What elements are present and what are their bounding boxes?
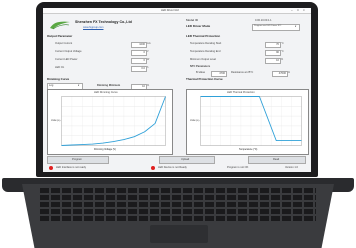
- min-output-input[interactable]: 10: [265, 57, 281, 64]
- upload-button[interactable]: Upload: [159, 156, 215, 164]
- ntc-title: NTC Parameters: [190, 65, 211, 68]
- dimming-chart-ylabel: PWM (%): [51, 120, 61, 122]
- driver-mode-select[interactable]: Program via LED Driver IPC ▾: [252, 24, 300, 31]
- dimming-chart-title: LED Dimming Curve: [94, 91, 118, 94]
- min-output-unit: %: [281, 58, 284, 61]
- read-button-label: Read: [273, 158, 280, 162]
- thermal-curve-section-title: Thermal Protection Curve: [186, 77, 223, 81]
- led-interface-status: LED Interface is not ready: [56, 166, 86, 169]
- derating-end-input[interactable]: 90: [265, 49, 281, 56]
- ntc-b-input[interactable]: 4700: [211, 70, 227, 77]
- derating-start-input[interactable]: 70: [265, 41, 281, 48]
- output-voltage-value: 0: [143, 50, 145, 54]
- close-icon[interactable]: ×: [303, 8, 305, 12]
- led-on-value: 0.0: [141, 66, 145, 70]
- output-current-value: 1000: [139, 42, 145, 46]
- dimming-min-value: 10: [142, 84, 145, 88]
- thermal-chart-title: LED Thermal Protection: [227, 91, 255, 94]
- company-logo-icon: [50, 21, 70, 30]
- thermal-section-title: LED Thermal Protection: [186, 34, 221, 38]
- output-current-input[interactable]: 1000: [131, 41, 147, 48]
- min-output-value: 10: [276, 58, 279, 62]
- derating-end-label: Temperature Derating End: [190, 50, 221, 53]
- dimming-chart-svg: [61, 96, 166, 146]
- output-current-unit: mA: [147, 42, 151, 45]
- led-power-unit: W: [147, 58, 150, 61]
- output-current-label: Output Current: [55, 42, 73, 45]
- chevron-down-icon: ▾: [78, 84, 80, 88]
- led-power-field: 0: [131, 57, 147, 64]
- thermal-chart-xlabel: Temperature (°C): [239, 148, 258, 151]
- min-output-label: Minimum Output Level: [190, 58, 216, 61]
- derating-end-unit: °C: [281, 50, 284, 53]
- minimize-icon[interactable]: –: [291, 8, 293, 12]
- derating-end-value: 90: [276, 50, 279, 54]
- thermal-chart: LED Thermal Protection PWM (%) Temperatu…: [186, 89, 309, 155]
- led-power-label: Current LED Power: [55, 58, 78, 61]
- ntc-r-label: Resistance at 25°C: [231, 71, 254, 74]
- window-title: LED Driver GUI: [161, 8, 180, 12]
- dimming-min-unit: %: [147, 84, 150, 87]
- output-section-title: Output Parameter: [47, 34, 73, 38]
- chevron-down-icon: ▾: [295, 25, 297, 29]
- led-interface-status-icon: [49, 165, 53, 170]
- thermal-chart-svg: [200, 96, 302, 146]
- model-id-value: 0.00.10.00.1.1: [255, 19, 272, 22]
- dimming-min-label: Dimming Minimum: [97, 84, 121, 87]
- thermal-chart-ylabel: PWM (%): [190, 120, 200, 122]
- ntc-b-label: B-Value: [196, 71, 206, 74]
- keyboard-keys: [40, 187, 316, 221]
- output-voltage-label: Current Output Voltage: [55, 50, 82, 53]
- program-button-label: Program: [72, 158, 82, 162]
- derating-start-value: 70: [276, 42, 279, 46]
- driver-mode-value: Program via LED Driver IPC: [254, 25, 282, 28]
- read-button[interactable]: Read: [248, 156, 306, 164]
- led-device-status: LED Device is not Ready: [158, 166, 187, 169]
- dimming-chart-xlabel: Dimming Voltage (V): [94, 148, 116, 151]
- program-status: Program is not OK: [227, 166, 249, 169]
- derating-start-label: Temperature Derating Start: [190, 42, 222, 45]
- led-on-label: LED On: [55, 66, 65, 69]
- program-button[interactable]: Program: [47, 156, 109, 164]
- upload-button-label: Upload: [181, 158, 190, 162]
- ntc-b-value: 4700: [219, 71, 225, 75]
- derating-start-unit: °C: [281, 42, 284, 45]
- led-on-unit: h: [147, 66, 149, 69]
- led-on-field: 0.0: [131, 65, 147, 72]
- window-titlebar: LED Driver GUI – □ ×: [43, 8, 311, 14]
- ntc-r-input[interactable]: 47000: [272, 70, 288, 77]
- maximize-icon[interactable]: □: [297, 8, 299, 12]
- output-voltage-field: 0: [131, 49, 147, 56]
- led-device-status-icon: [151, 165, 155, 170]
- company-website-link[interactable]: www.fxgroup.com: [83, 26, 103, 29]
- model-id-label: Model ID: [186, 18, 199, 22]
- ntc-r-unit: Ω: [288, 71, 290, 74]
- led-power-value: 0: [143, 58, 145, 62]
- dimming-section-title: Dimming Curve: [47, 77, 70, 81]
- company-name: Shenzhen FX Technology Co.,Ltd: [75, 20, 132, 24]
- dimming-chart: LED Dimming Curve PWM (%) Dimming Voltag…: [47, 89, 173, 155]
- ntc-r-value: 47000: [278, 71, 286, 75]
- touchpad: [150, 225, 208, 243]
- driver-mode-label: LED Driver Mode: [186, 24, 211, 28]
- version-label: Version 1.0: [285, 166, 298, 169]
- dimming-curve-value: Log: [49, 84, 54, 88]
- laptop-screen: LED Driver GUI – □ × Shenzhen FX Technol…: [43, 8, 311, 172]
- output-voltage-unit: V: [147, 50, 149, 53]
